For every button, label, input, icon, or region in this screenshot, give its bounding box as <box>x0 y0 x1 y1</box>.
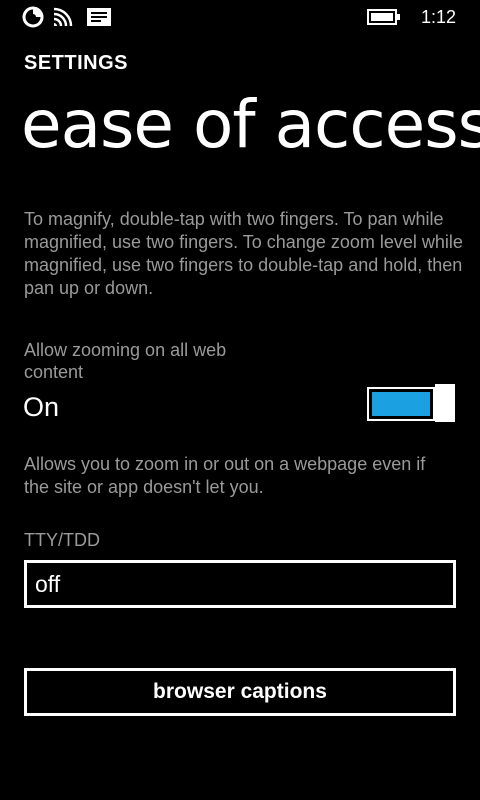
notification-message-icon <box>86 6 112 33</box>
toggle-fill <box>372 392 430 416</box>
magnify-description: To magnify, double-tap with two fingers.… <box>24 209 463 298</box>
page-title: ease of access <box>21 86 480 163</box>
toggle-track <box>367 387 435 421</box>
battery-icon <box>367 9 401 30</box>
wifi-icon <box>52 6 76 33</box>
section-label: SETTINGS <box>24 52 129 74</box>
data-sense-icon <box>22 6 44 33</box>
zoom-toggle-switch[interactable] <box>367 384 457 422</box>
status-bar: 1:12 <box>0 0 480 34</box>
clock: 1:12 <box>420 7 456 27</box>
tty-picker[interactable]: off <box>24 560 456 608</box>
toggle-thumb[interactable] <box>435 384 455 422</box>
zoom-setting-state: On <box>23 392 60 422</box>
tty-picker-value: off <box>35 571 61 597</box>
zoom-setting-help: Allows you to zoom in or out on a webpag… <box>24 454 426 497</box>
browser-captions-button[interactable]: browser captions <box>24 668 456 716</box>
tty-label: TTY/TDD <box>24 530 100 550</box>
zoom-setting-label: Allow zooming on all web content <box>24 340 227 382</box>
